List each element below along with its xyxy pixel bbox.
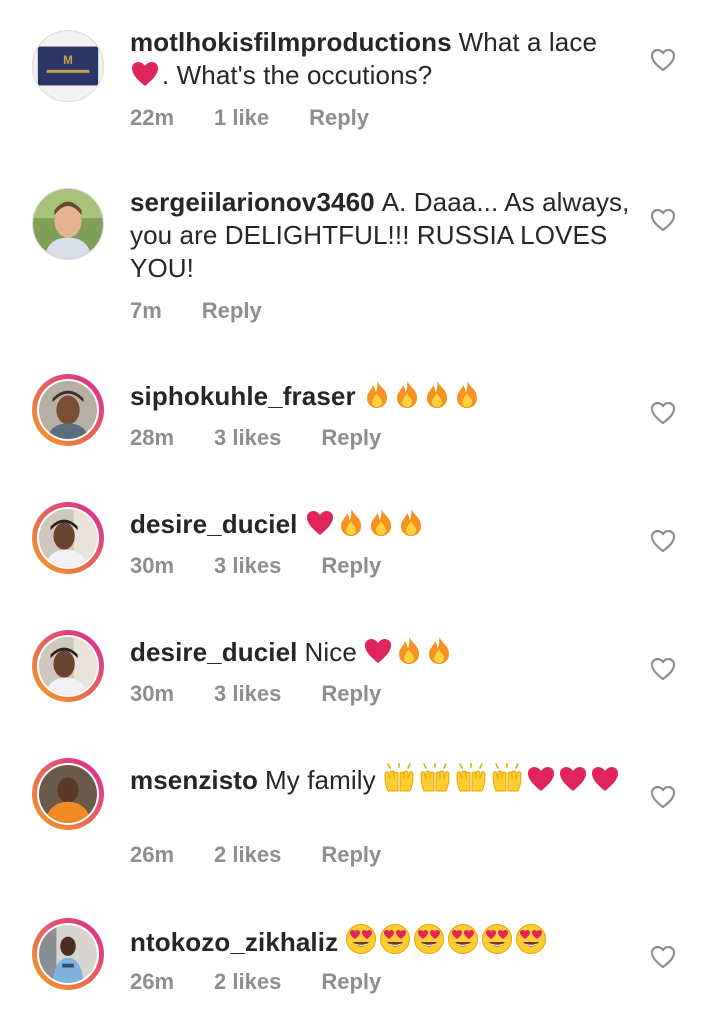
timestamp: 22m bbox=[130, 105, 175, 130]
fire-emoji bbox=[367, 507, 395, 537]
fire-emoji bbox=[337, 507, 365, 537]
comment-meta: 30m 3 likes Reply bbox=[130, 553, 381, 579]
heart-emoji bbox=[526, 765, 556, 793]
timestamp: 7m bbox=[130, 298, 162, 323]
heart-eyes-emoji bbox=[481, 923, 513, 955]
like-heart-icon[interactable] bbox=[650, 945, 678, 971]
comment-body: sergeiilarionov3460 A. Daaa... As always,… bbox=[130, 186, 630, 285]
comment-body: desire_duciel bbox=[130, 507, 630, 541]
story-avatar[interactable] bbox=[32, 374, 104, 446]
fire-emoji bbox=[395, 635, 423, 665]
comment-meta: 26m 2 likes Reply bbox=[130, 842, 381, 868]
reply-button[interactable]: Reply bbox=[321, 425, 381, 451]
comment-username[interactable]: ntokozo_zikhaliz bbox=[130, 927, 338, 957]
comment-text: Nice bbox=[304, 637, 357, 667]
comment-username[interactable]: desire_duciel bbox=[130, 637, 298, 667]
story-avatar[interactable] bbox=[32, 630, 104, 702]
reply-button[interactable]: Reply bbox=[321, 969, 381, 995]
comment-body: msenzisto My family bbox=[130, 763, 630, 797]
heart-eyes-emoji bbox=[413, 923, 445, 955]
likes-count[interactable]: 3 likes bbox=[214, 553, 281, 579]
comment-username[interactable]: sergeiilarionov3460 bbox=[130, 187, 375, 217]
emoji-group bbox=[345, 924, 549, 957]
comment-text: What a lace bbox=[458, 27, 598, 57]
like-heart-icon[interactable] bbox=[650, 208, 678, 234]
comment-username[interactable]: desire_duciel bbox=[130, 509, 298, 539]
timestamp: 30m bbox=[130, 553, 175, 578]
comment-meta: 30m 3 likes Reply bbox=[130, 681, 381, 707]
raised-hands-emoji bbox=[490, 763, 524, 793]
heart-emoji bbox=[305, 509, 335, 537]
likes-count[interactable]: 2 likes bbox=[214, 842, 281, 868]
timestamp: 26m bbox=[130, 842, 175, 867]
avatar-profile-image bbox=[39, 509, 97, 567]
emoji-group bbox=[305, 507, 427, 539]
avatar-profile-image bbox=[39, 381, 97, 439]
emoji-group bbox=[363, 635, 455, 667]
like-heart-icon[interactable] bbox=[650, 48, 678, 74]
reply-button[interactable]: Reply bbox=[321, 553, 381, 579]
heart-emoji bbox=[130, 60, 160, 88]
fire-emoji bbox=[397, 507, 425, 537]
like-heart-icon[interactable] bbox=[650, 657, 678, 683]
comment-meta: 7m Reply bbox=[130, 298, 262, 324]
likes-count[interactable]: 2 likes bbox=[214, 969, 281, 995]
comment-meta: 26m 2 likes Reply bbox=[130, 969, 381, 995]
emoji-group bbox=[382, 763, 622, 795]
fire-emoji bbox=[363, 379, 391, 409]
likes-count[interactable]: 3 likes bbox=[214, 425, 281, 451]
avatar-logo-image: M bbox=[33, 31, 103, 101]
avatar[interactable] bbox=[32, 188, 104, 260]
timestamp: 26m bbox=[130, 969, 175, 994]
like-heart-icon[interactable] bbox=[650, 785, 678, 811]
heart-eyes-emoji bbox=[379, 923, 411, 955]
timestamp: 28m bbox=[130, 425, 175, 450]
like-heart-icon[interactable] bbox=[650, 401, 678, 427]
comment-body: siphokuhle_fraser bbox=[130, 379, 630, 413]
fire-emoji bbox=[393, 379, 421, 409]
raised-hands-emoji bbox=[418, 763, 452, 793]
like-heart-icon[interactable] bbox=[650, 529, 678, 555]
story-avatar[interactable] bbox=[32, 758, 104, 830]
heart-eyes-emoji bbox=[515, 923, 547, 955]
comment-username[interactable]: msenzisto bbox=[130, 765, 258, 795]
comment-username[interactable]: motlhokisfilmproductions bbox=[130, 27, 452, 57]
reply-button[interactable]: Reply bbox=[202, 298, 262, 324]
heart-eyes-emoji bbox=[345, 923, 377, 955]
avatar[interactable]: M bbox=[32, 30, 104, 102]
reply-button[interactable]: Reply bbox=[321, 681, 381, 707]
heart-emoji bbox=[558, 765, 588, 793]
fire-emoji bbox=[425, 635, 453, 665]
emoji-group bbox=[130, 60, 162, 90]
comment-text: My family bbox=[265, 765, 376, 795]
svg-text:M: M bbox=[63, 54, 73, 67]
likes-count[interactable]: 3 likes bbox=[214, 681, 281, 707]
reply-button[interactable]: Reply bbox=[321, 842, 381, 868]
avatar-profile-image bbox=[39, 765, 97, 823]
timestamp: 30m bbox=[130, 681, 175, 706]
avatar-profile-image bbox=[33, 189, 103, 259]
emoji-group bbox=[363, 379, 483, 411]
comment-body: desire_duciel Nice bbox=[130, 635, 630, 669]
comment-username[interactable]: siphokuhle_fraser bbox=[130, 381, 356, 411]
comment-text-2: . What's the occutions? bbox=[162, 60, 433, 90]
heart-emoji bbox=[363, 637, 393, 665]
comment-meta: 22m 1 like Reply bbox=[130, 105, 369, 131]
fire-emoji bbox=[423, 379, 451, 409]
heart-eyes-emoji bbox=[447, 923, 479, 955]
raised-hands-emoji bbox=[454, 763, 488, 793]
avatar-profile-image bbox=[39, 637, 97, 695]
raised-hands-emoji bbox=[382, 763, 416, 793]
story-avatar[interactable] bbox=[32, 502, 104, 574]
fire-emoji bbox=[453, 379, 481, 409]
heart-emoji bbox=[590, 765, 620, 793]
story-avatar[interactable] bbox=[32, 918, 104, 990]
likes-count[interactable]: 1 like bbox=[214, 105, 269, 131]
comment-meta: 28m 3 likes Reply bbox=[130, 425, 381, 451]
comment-body: ntokozo_zikhaliz bbox=[130, 923, 630, 959]
comment-body: motlhokisfilmproductions What a lace . Wh… bbox=[130, 26, 630, 92]
avatar-profile-image bbox=[39, 925, 97, 983]
reply-button[interactable]: Reply bbox=[309, 105, 369, 131]
